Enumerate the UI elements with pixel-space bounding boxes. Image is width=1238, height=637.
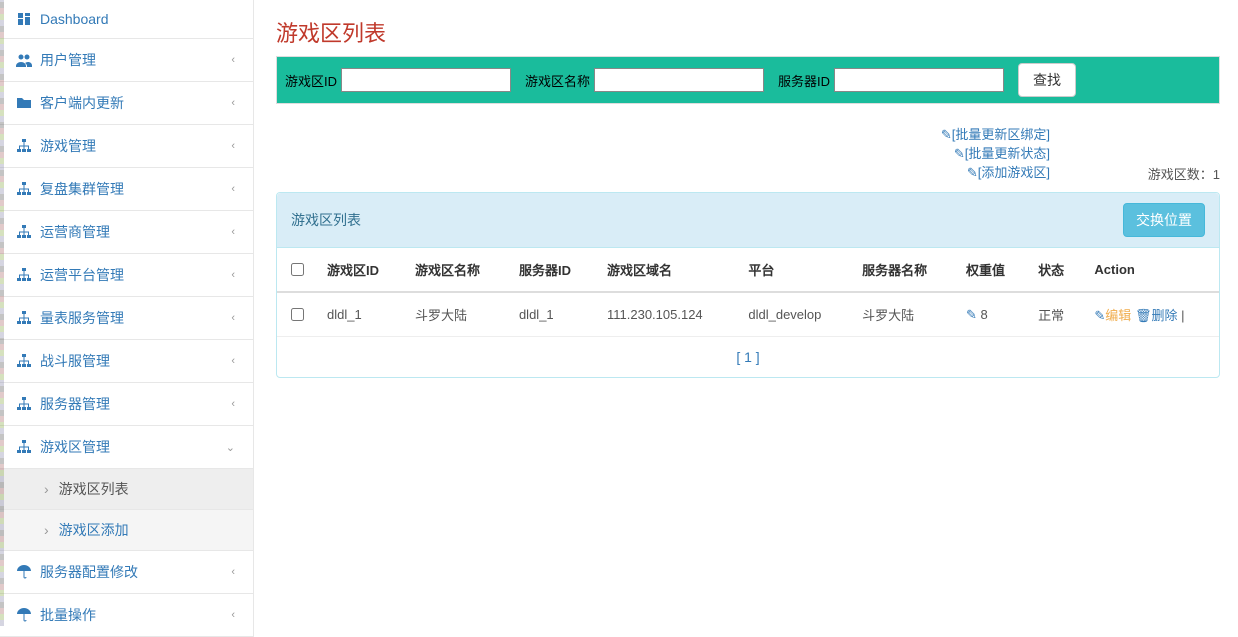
add-zone-link[interactable]: ✎[添加游戏区] [941, 162, 1050, 181]
folder-icon [16, 95, 32, 111]
sitemap-icon [16, 310, 32, 326]
page-title: 游戏区列表 [276, 16, 1220, 48]
sidebar-dashboard[interactable]: Dashboard [0, 0, 253, 38]
sitemap-icon [16, 353, 32, 369]
chevron-icon: ‹ [231, 312, 235, 324]
zone-name-input[interactable] [594, 68, 764, 92]
cell-zone-id: dldl_1 [317, 292, 405, 337]
column-header: 游戏区名称 [405, 248, 509, 292]
chevron-icon: ‹ [231, 97, 235, 109]
sitemap-icon [16, 181, 32, 197]
column-header: 游戏区域名 [597, 248, 738, 292]
chevron-icon: ⌄ [226, 441, 235, 454]
sidebar-item-9[interactable]: 游戏区管理⌄ [0, 426, 253, 468]
edit-link[interactable]: 编辑 [1105, 308, 1131, 323]
chevron-icon: ‹ [231, 54, 235, 66]
search-button[interactable]: 查找 [1018, 63, 1076, 97]
cell-status: 正常 [1028, 292, 1084, 337]
swap-position-button[interactable]: 交换位置 [1123, 203, 1205, 237]
edit-icon: ✎ [967, 165, 978, 180]
sitemap-icon [16, 267, 32, 283]
zone-id-input[interactable] [341, 68, 511, 92]
cell-server-id: dldl_1 [509, 292, 597, 337]
column-header: 状态 [1028, 248, 1084, 292]
server-id-label: 服务器ID [778, 71, 830, 90]
users-icon [16, 52, 32, 68]
sidebar-item-2[interactable]: 游戏管理‹ [0, 125, 253, 167]
column-header: 服务器ID [509, 248, 597, 292]
sidebar-subitem-9-1[interactable]: 游戏区添加 [0, 510, 253, 550]
sitemap-icon [16, 224, 32, 240]
zone-table: 游戏区ID游戏区名称服务器ID游戏区域名平台服务器名称权重值状态Action d… [277, 248, 1219, 337]
sidebar-subitem-9-0[interactable]: 游戏区列表 [0, 469, 253, 509]
column-header: 平台 [738, 248, 852, 292]
trash-icon: 🗑 [1135, 308, 1152, 323]
dashboard-icon [16, 11, 32, 27]
sidebar-item-7[interactable]: 战斗服管理‹ [0, 340, 253, 382]
sidebar-item-0[interactable]: 用户管理‹ [0, 39, 253, 81]
row-checkbox[interactable] [291, 308, 304, 321]
sidebar-item-10[interactable]: 服务器配置修改‹ [0, 551, 253, 593]
chevron-icon: ‹ [231, 355, 235, 367]
column-header: 游戏区ID [317, 248, 405, 292]
sidebar-item-4[interactable]: 运营商管理‹ [0, 211, 253, 253]
column-header: 服务器名称 [852, 248, 956, 292]
umbrella-icon [16, 564, 32, 580]
edit-icon: ✎ [1094, 308, 1105, 323]
chevron-icon: ‹ [231, 566, 235, 578]
sidebar-item-6[interactable]: 量表服务管理‹ [0, 297, 253, 339]
column-header: Action [1084, 248, 1219, 292]
sidebar-item-5[interactable]: 运营平台管理‹ [0, 254, 253, 296]
cell-actions: ✎编辑 🗑删除 | [1084, 292, 1219, 337]
chevron-icon: ‹ [231, 183, 235, 195]
cell-platform: dldl_develop [738, 292, 852, 337]
chevron-icon: ‹ [231, 140, 235, 152]
panel-title: 游戏区列表 [291, 210, 361, 230]
zone-id-label: 游戏区ID [285, 71, 337, 90]
sidebar-item-11[interactable]: 批量操作‹ [0, 594, 253, 636]
main-content: 游戏区列表 游戏区ID 游戏区名称 服务器ID 查找 ✎[批量更新区绑定] ✎[… [254, 0, 1238, 637]
edit-icon: ✎ [954, 146, 965, 161]
action-links: ✎[批量更新区绑定] ✎[批量更新状态] ✎[添加游戏区] [941, 124, 1050, 181]
column-header: 权重值 [956, 248, 1028, 292]
zone-count: 游戏区数：1 [1148, 164, 1220, 183]
sidebar-item-3[interactable]: 复盘集群管理‹ [0, 168, 253, 210]
edit-icon: ✎ [966, 307, 977, 322]
chevron-icon: ‹ [231, 609, 235, 621]
zone-name-label: 游戏区名称 [525, 71, 590, 90]
cell-weight: ✎ 8 [956, 292, 1028, 337]
search-bar: 游戏区ID 游戏区名称 服务器ID 查找 [276, 56, 1220, 104]
delete-link[interactable]: 删除 [1151, 308, 1177, 323]
panel-heading: 游戏区列表 交换位置 [277, 193, 1219, 248]
umbrella-icon [16, 607, 32, 623]
sidebar-item-1[interactable]: 客户端内更新‹ [0, 82, 253, 124]
chevron-icon: ‹ [231, 269, 235, 281]
cell-server-name: 斗罗大陆 [852, 292, 956, 337]
pager[interactable]: [ 1 ] [277, 337, 1219, 377]
server-id-input[interactable] [834, 68, 1004, 92]
sidebar: Dashboard用户管理‹客户端内更新‹游戏管理‹复盘集群管理‹运营商管理‹运… [0, 0, 254, 637]
cell-domain: 111.230.105.124 [597, 292, 738, 337]
chevron-icon: ‹ [231, 226, 235, 238]
select-all-checkbox[interactable] [291, 263, 304, 276]
table-row: dldl_1斗罗大陆dldl_1111.230.105.124dldl_deve… [277, 292, 1219, 337]
sitemap-icon [16, 396, 32, 412]
bulk-bind-link[interactable]: ✎[批量更新区绑定] [941, 124, 1050, 143]
panel: 游戏区列表 交换位置 游戏区ID游戏区名称服务器ID游戏区域名平台服务器名称权重… [276, 192, 1220, 378]
sitemap-icon [16, 138, 32, 154]
sidebar-item-8[interactable]: 服务器管理‹ [0, 383, 253, 425]
sitemap-icon [16, 439, 32, 455]
bulk-status-link[interactable]: ✎[批量更新状态] [941, 143, 1050, 162]
chevron-icon: ‹ [231, 398, 235, 410]
edit-icon: ✎ [941, 127, 952, 142]
cell-zone-name: 斗罗大陆 [405, 292, 509, 337]
